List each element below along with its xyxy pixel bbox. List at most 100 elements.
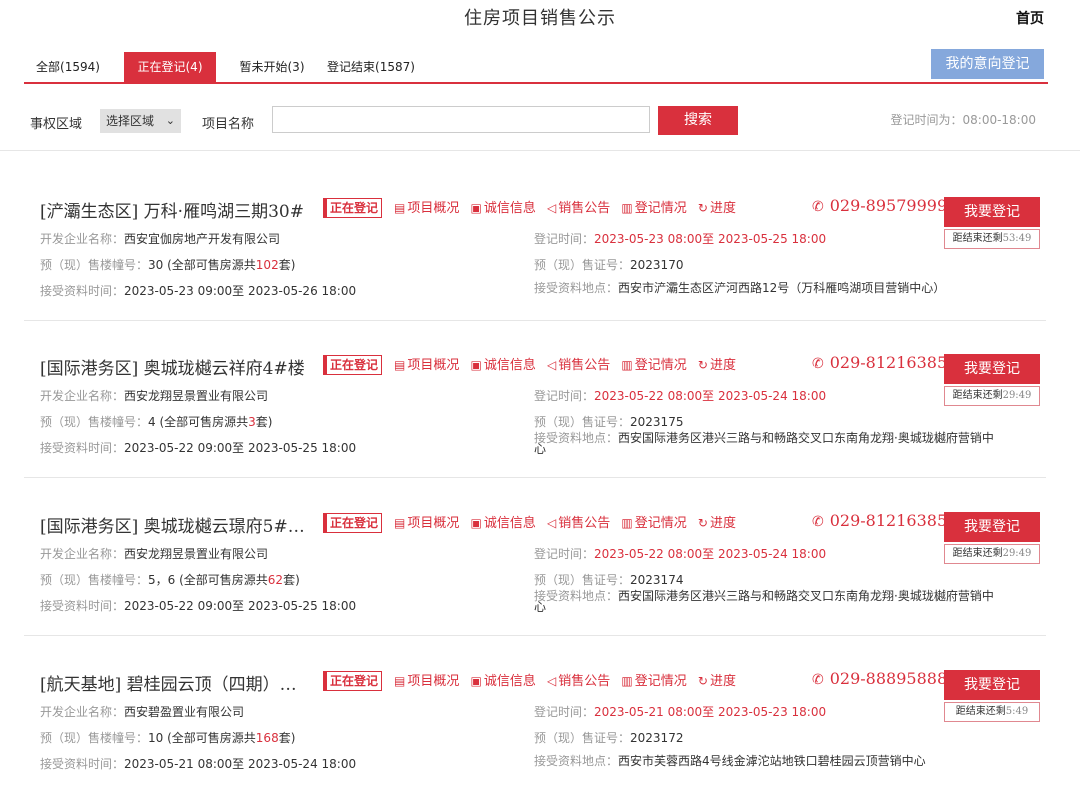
buildings-row: 预（现）售楼幢号：10 (全部可售房源共168套) [40,731,296,745]
file-icon: ▣ [470,674,482,688]
project-title[interactable]: [浐灞生态区] 万科·雁鸣湖三期30# [40,197,304,222]
megaphone-icon: ◁ [547,674,557,688]
accept-time-row: 接受资料时间：2023-05-21 08:00至 2023-05-24 18:0… [40,757,357,771]
progress-link[interactable]: ↻ 进度 [698,201,736,216]
accept-time-row: 接受资料时间：2023-05-22 09:00至 2023-05-25 18:0… [40,599,357,613]
project-title[interactable]: [航天基地] 碧桂园云顶（四期）… [40,670,297,695]
progress-link[interactable]: ↻ 进度 [698,516,736,531]
project-name-label: 项目名称 [202,117,255,132]
project-name-input[interactable] [272,106,650,133]
credit-link[interactable]: ▣ 诚信信息 [471,358,536,373]
registration-link[interactable]: ▥ 登记情况 [621,516,686,531]
bar-chart-icon: ▥ [621,358,633,372]
developer-row: 开发企业名称：西安宜伽房地产开发有限公司 [40,232,281,246]
megaphone-icon: ◁ [547,358,557,372]
tab-registering[interactable]: 正在登记(4) [124,52,216,82]
credit-link[interactable]: ▣ 诚信信息 [471,674,536,689]
register-button[interactable]: 我要登记 [944,197,1040,227]
search-button[interactable]: 搜索 [658,106,738,135]
buildings-row: 预（现）售楼幢号：30 (全部可售房源共102套) [40,258,296,272]
accept-place-row: 接受资料地点：西安国际港务区港兴三路与和畅路交叉口东南角龙翔·奥城珑樾府营销中心 [534,431,994,456]
overview-link[interactable]: ▤ 项目概况 [394,674,459,689]
developer-row: 开发企业名称：西安龙翔昱景置业有限公司 [40,547,269,561]
region-label: 事权区域 [30,117,83,132]
progress-link[interactable]: ↻ 进度 [698,358,736,373]
accept-place-row: 接受资料地点：西安国际港务区港兴三路与和畅路交叉口东南角龙翔·奥城珑樾府营销中心 [534,589,994,614]
project-links: ▤ 项目概况 ▣ 诚信信息 ◁ 销售公告 ▥ 登记情况 ↻ 进度 [394,670,743,690]
buildings-row: 预（现）售楼幢号：5，6 (全部可售房源共62套) [40,573,300,587]
region-select[interactable]: 选择区域 ⌄ [100,109,181,133]
my-intent-button[interactable]: 我的意向登记 [931,49,1044,79]
phone-number: ✆ 029-89579999 [812,196,948,215]
notice-link[interactable]: ◁ 销售公告 [547,674,610,689]
notice-link[interactable]: ◁ 销售公告 [547,201,610,216]
register-button[interactable]: 我要登记 [944,354,1040,384]
phone-icon: ✆ [812,356,824,372]
phone-number: ✆ 029-81216385 [812,353,948,372]
refresh-icon: ↻ [697,516,708,530]
status-badge: 正在登记 [323,198,383,218]
page-title: 住房项目销售公示 [464,8,616,29]
bar-chart-icon: ▥ [621,516,633,530]
progress-link[interactable]: ↻ 进度 [698,674,736,689]
refresh-icon: ↻ [697,674,708,688]
register-button[interactable]: 我要登记 [944,670,1040,700]
bar-chart-icon: ▥ [621,674,633,688]
overview-link[interactable]: ▤ 项目概况 [394,201,459,216]
chevron-down-icon: ⌄ [165,114,175,127]
register-button[interactable]: 我要登记 [944,512,1040,542]
registration-link[interactable]: ▥ 登记情况 [621,201,686,216]
megaphone-icon: ◁ [547,516,557,530]
refresh-icon: ↻ [697,358,708,372]
cert-row: 预（现）售证号：2023174 [534,573,684,587]
reg-time-row: 登记时间：2023-05-23 08:00至 2023-05-25 18:00 [534,232,827,246]
file-icon: ▣ [470,358,482,372]
cert-row: 预（现）售证号：2023172 [534,731,684,745]
cert-row: 预（现）售证号：2023175 [534,415,684,429]
filter-bar: 事权区域 选择区域 ⌄ 项目名称 搜索 登记时间为：08:00-18:00 [0,92,1080,151]
status-badge: 正在登记 [323,671,383,691]
tab-ended[interactable]: 登记结束(1587) [322,52,420,82]
phone-icon: ✆ [812,514,824,530]
region-select-value: 选择区域 [106,114,155,128]
phone-number: ✆ 029-88895888 [812,669,948,688]
project-card: [浐灞生态区] 万科·雁鸣湖三期30# 正在登记 ▤ 项目概况 ▣ 诚信信息 ◁ 销售… [24,163,1046,321]
registration-link[interactable]: ▥ 登记情况 [621,358,686,373]
tab-bar: 全部(1594) 正在登记(4) 暂未开始(3) 登记结束(1587) [24,52,1048,84]
phone-icon: ✆ [812,672,824,688]
accept-place-row: 接受资料地点：西安市芙蓉西路4号线金滹沱站地铁口碧桂园云顶营销中心 [534,754,926,768]
megaphone-icon: ◁ [547,201,557,215]
tab-all[interactable]: 全部(1594) [24,52,112,82]
project-title[interactable]: [国际港务区] 奥城珑樾云祥府4#楼 [40,354,305,379]
overview-link[interactable]: ▤ 项目概况 [394,358,459,373]
accept-time-row: 接受资料时间：2023-05-23 09:00至 2023-05-26 18:0… [40,284,357,298]
home-link[interactable]: 首页 [1016,8,1044,28]
countdown: 距结束还剩5:49 [944,702,1040,722]
project-title[interactable]: [国际港务区] 奥城珑樾云璟府5#… [40,512,305,537]
buildings-row: 预（现）售楼幢号：4 (全部可售房源共3套) [40,415,273,429]
notice-link[interactable]: ◁ 销售公告 [547,516,610,531]
file-icon: ▣ [470,201,482,215]
reg-time-row: 登记时间：2023-05-21 08:00至 2023-05-23 18:00 [534,705,827,719]
project-card: [国际港务区] 奥城珑樾云祥府4#楼 正在登记 ▤ 项目概况 ▣ 诚信信息 ◁ 销售公… [24,320,1046,478]
cert-row: 预（现）售证号：2023170 [534,258,684,272]
bar-chart-icon: ▥ [621,201,633,215]
document-icon: ▤ [394,674,406,688]
project-card: [国际港务区] 奥城珑樾云璟府5#… 正在登记 ▤ 项目概况 ▣ 诚信信息 ◁ 销售公… [24,478,1046,636]
reg-time-row: 登记时间：2023-05-22 08:00至 2023-05-24 18:00 [534,547,827,561]
tab-not-started[interactable]: 暂未开始(3) [228,52,316,82]
overview-link[interactable]: ▤ 项目概况 [394,516,459,531]
status-badge: 正在登记 [323,355,383,375]
notice-link[interactable]: ◁ 销售公告 [547,358,610,373]
registration-link[interactable]: ▥ 登记情况 [621,674,686,689]
document-icon: ▤ [394,358,406,372]
project-links: ▤ 项目概况 ▣ 诚信信息 ◁ 销售公告 ▥ 登记情况 ↻ 进度 [394,197,743,217]
credit-link[interactable]: ▣ 诚信信息 [471,201,536,216]
developer-row: 开发企业名称：西安龙翔昱景置业有限公司 [40,389,269,403]
page: 住房项目销售公示 首页 全部(1594) 正在登记(4) 暂未开始(3) 登记结… [0,0,1080,776]
file-icon: ▣ [470,516,482,530]
phone-number: ✆ 029-81216385 [812,511,948,530]
credit-link[interactable]: ▣ 诚信信息 [471,516,536,531]
reg-time-row: 登记时间：2023-05-22 08:00至 2023-05-24 18:00 [534,389,827,403]
registration-hours: 登记时间为：08:00-18:00 [890,113,1037,127]
